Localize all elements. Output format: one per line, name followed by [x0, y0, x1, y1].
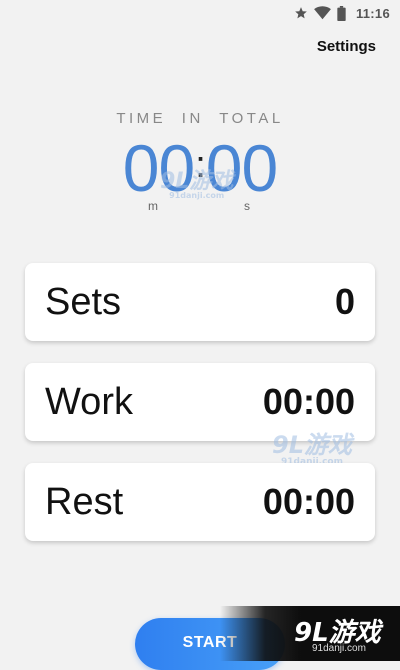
- battery-icon: [337, 5, 346, 21]
- status-bar: 11:16: [0, 0, 400, 26]
- seconds-unit-label: s: [244, 199, 250, 213]
- work-card[interactable]: Work 00:00: [25, 363, 375, 441]
- sets-value: 0: [334, 281, 355, 322]
- wifi-icon: [314, 6, 331, 20]
- watermark-corner-site: 91danji.com: [312, 643, 366, 654]
- settings-button[interactable]: Settings: [317, 38, 376, 55]
- rest-label: Rest: [45, 480, 124, 523]
- start-button[interactable]: START: [135, 618, 285, 670]
- sets-card[interactable]: Sets 0: [25, 263, 375, 341]
- total-separator: :: [195, 144, 206, 186]
- status-time: 11:16: [355, 5, 390, 21]
- total-time-display: 00:00: [0, 128, 400, 205]
- rest-value: 00:00: [262, 481, 355, 522]
- sets-label: Sets: [45, 280, 122, 323]
- work-label: Work: [45, 380, 133, 423]
- total-seconds: 00: [205, 131, 278, 205]
- total-minutes: 00: [122, 131, 195, 205]
- total-time-label: TIME IN TOTAL: [116, 110, 284, 127]
- rest-card[interactable]: Rest 00:00: [25, 463, 375, 541]
- work-value: 00:00: [262, 381, 355, 422]
- watermark-corner-logo: 9L游戏: [294, 618, 381, 648]
- minutes-unit-label: m: [148, 199, 158, 213]
- star-icon: [294, 6, 308, 20]
